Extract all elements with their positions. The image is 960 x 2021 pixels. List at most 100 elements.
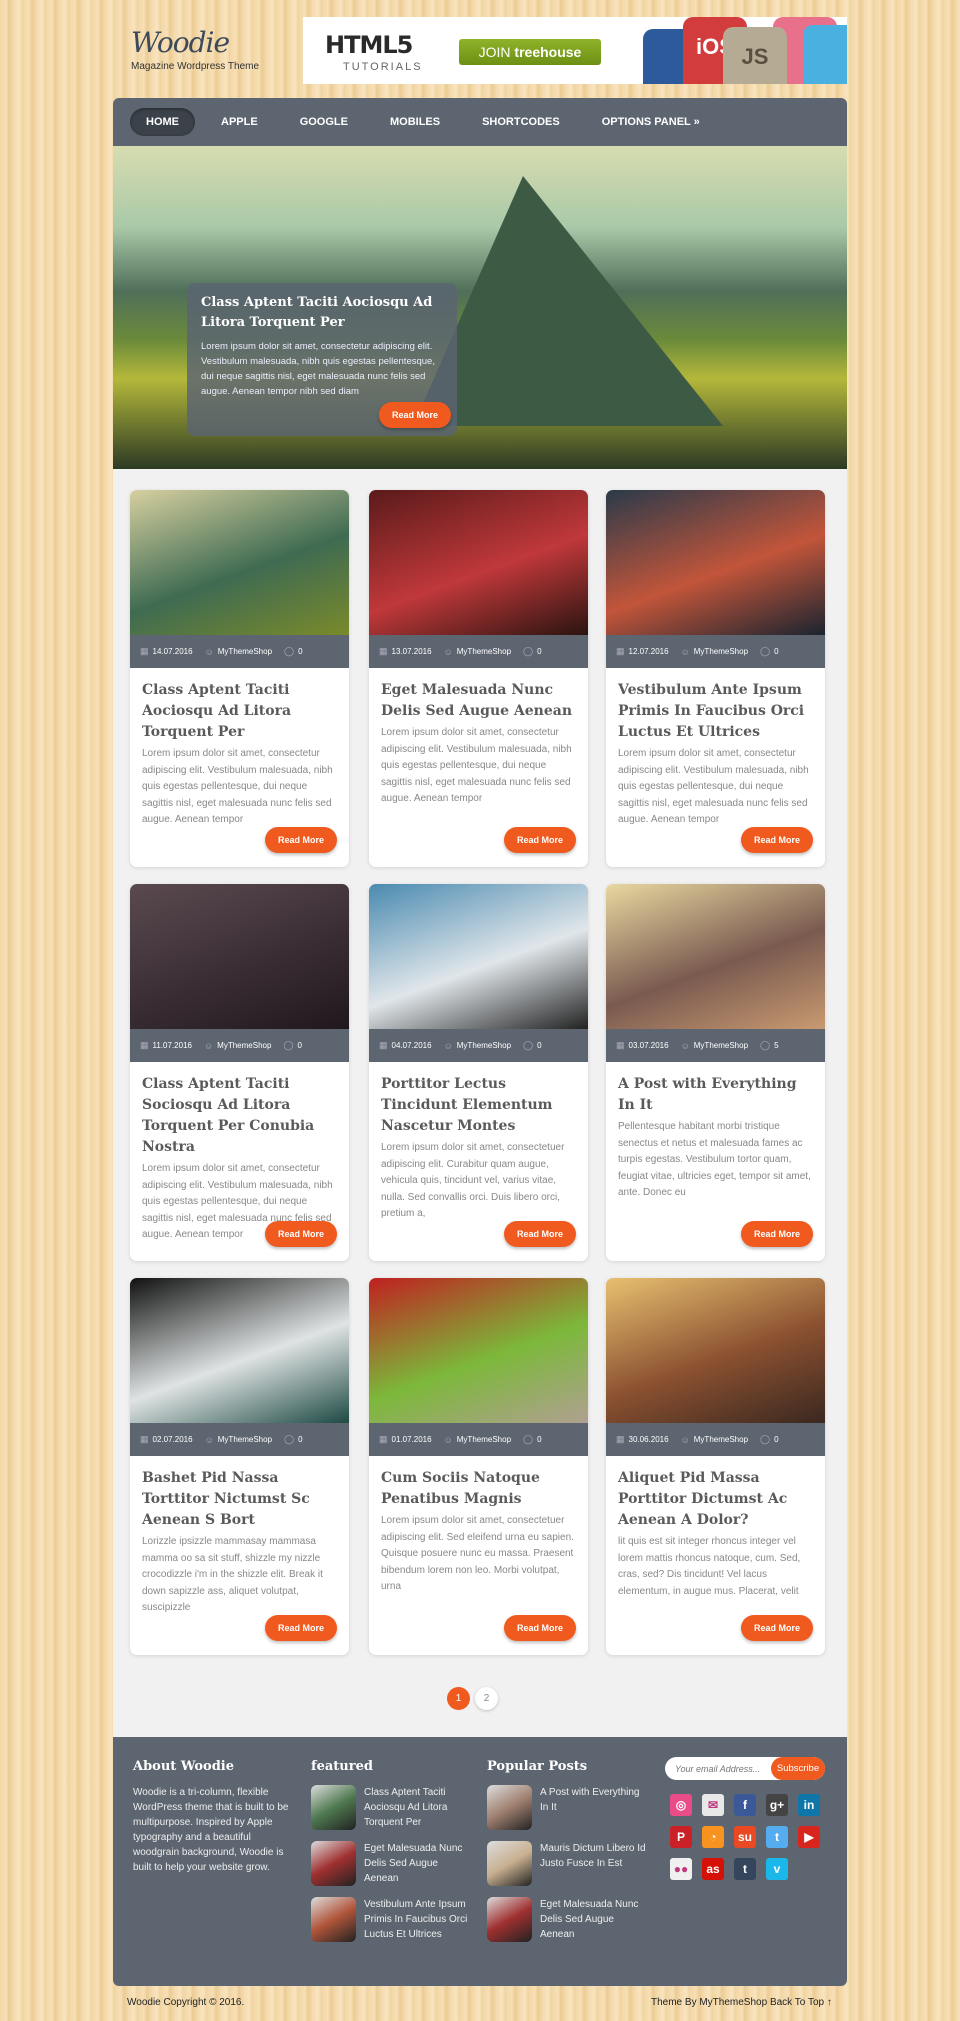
post-title[interactable]: Bashet Pid Nassa Torttitor Nictumst Sc A… (130, 1456, 349, 1531)
flickr-icon[interactable]: ●● (670, 1858, 692, 1880)
featured-thumbnail[interactable] (311, 1785, 356, 1830)
post-title[interactable]: Class Aptent Taciti Aociosqu Ad Litora T… (130, 668, 349, 743)
nav-shortcodes[interactable]: SHORTCODES (466, 108, 576, 136)
post-title[interactable]: Eget Malesuada Nunc Delis Sed Augue Aene… (369, 668, 588, 722)
post-comments[interactable]: 0 (298, 647, 302, 656)
credit-link[interactable]: Theme By MyThemeShop (651, 1997, 767, 2008)
post-author[interactable]: MyThemeShop (457, 1435, 511, 1444)
post-thumbnail[interactable] (130, 1278, 349, 1423)
user-icon: ☺ (680, 1040, 690, 1051)
vimeo-icon[interactable]: v (766, 1858, 788, 1880)
read-more-button[interactable]: Read More (741, 1221, 813, 1247)
read-more-button[interactable]: Read More (265, 827, 337, 853)
facebook-icon[interactable]: f (734, 1794, 756, 1816)
post-thumbnail[interactable] (606, 884, 825, 1029)
popular-title[interactable]: A Post with Everything In It (540, 1785, 647, 1830)
nav-options-panel[interactable]: OPTIONS PANEL » (586, 108, 716, 136)
post-title[interactable]: Vestibulum Ante Ipsum Primis In Faucibus… (606, 668, 825, 743)
nav-home[interactable]: HOME (130, 108, 195, 136)
google-plus-icon[interactable]: g+ (766, 1794, 788, 1816)
pinterest-icon[interactable]: P (670, 1826, 692, 1848)
nav-google[interactable]: GOOGLE (284, 108, 364, 136)
post-title[interactable]: Aliquet Pid Massa Porttitor Dictumst Ac … (606, 1456, 825, 1531)
post-comments[interactable]: 0 (537, 647, 541, 656)
post-thumbnail[interactable] (130, 884, 349, 1029)
hero-slider[interactable]: Class Aptent Taciti Aociosqu Ad Litora T… (113, 146, 847, 469)
post-comments[interactable]: 0 (537, 1435, 541, 1444)
twitter-icon[interactable]: t (766, 1826, 788, 1848)
post-title[interactable]: Porttitor Lectus Tincidunt Elementum Nas… (369, 1062, 588, 1137)
post-thumbnail[interactable] (606, 490, 825, 635)
read-more-button[interactable]: Read More (504, 1221, 576, 1247)
featured-thumbnail[interactable] (311, 1897, 356, 1942)
site-title[interactable]: Woodie (131, 26, 259, 59)
post-author[interactable]: MyThemeShop (457, 647, 511, 656)
email-input[interactable] (665, 1757, 773, 1780)
post-comments[interactable]: 0 (298, 1041, 302, 1050)
post-comments[interactable]: 0 (537, 1041, 541, 1050)
post-card: ▦ 30.06.2016 ☺ MyThemeShop ◯ 0 Aliquet Pid … (606, 1278, 825, 1655)
featured-item[interactable]: Class Aptent Taciti Aociosqu Ad Litora T… (311, 1785, 471, 1830)
read-more-button[interactable]: Read More (265, 1221, 337, 1247)
post-comments[interactable]: 5 (774, 1041, 778, 1050)
dribbble-icon[interactable]: ◎ (670, 1794, 692, 1816)
featured-title[interactable]: Eget Malesuada Nunc Delis Sed Augue Aene… (364, 1841, 471, 1886)
popular-title[interactable]: Mauris Dictum Libero Id Justo Fusce In E… (540, 1841, 647, 1886)
post-author[interactable]: MyThemeShop (694, 1435, 748, 1444)
popular-thumbnail[interactable] (487, 1841, 532, 1886)
banner-join-button[interactable]: JOIN treehouse (459, 39, 601, 65)
post-title[interactable]: A Post with Everything In It (606, 1062, 825, 1116)
youtube-icon[interactable]: ▶ (798, 1826, 820, 1848)
nav-mobiles[interactable]: MOBILES (374, 108, 456, 136)
banner-headline: HTML5 (325, 31, 413, 59)
read-more-button[interactable]: Read More (741, 827, 813, 853)
email-icon[interactable]: ✉ (702, 1794, 724, 1816)
popular-title[interactable]: Eget Malesuada Nunc Delis Sed Augue Aene… (540, 1897, 647, 1942)
ad-banner[interactable]: HTML5 TUTORIALS JOIN treehouse iOS JS (303, 17, 847, 84)
read-more-button[interactable]: Read More (265, 1615, 337, 1641)
nav-apple[interactable]: APPLE (205, 108, 274, 136)
featured-thumbnail[interactable] (311, 1841, 356, 1886)
read-more-button[interactable]: Read More (741, 1615, 813, 1641)
post-comments[interactable]: 0 (774, 1435, 778, 1444)
linkedin-icon[interactable]: in (798, 1794, 820, 1816)
post-thumbnail[interactable] (130, 490, 349, 635)
tumblr-icon[interactable]: t (734, 1858, 756, 1880)
hero-title[interactable]: Class Aptent Taciti Aociosqu Ad Litora T… (201, 293, 443, 333)
post-author[interactable]: MyThemeShop (457, 1041, 511, 1050)
post-author[interactable]: MyThemeShop (218, 1435, 272, 1444)
subscribe-button[interactable]: Subscribe (771, 1757, 825, 1780)
page-1[interactable]: 1 (447, 1687, 470, 1710)
post-comments[interactable]: 0 (298, 1435, 302, 1444)
lastfm-icon[interactable]: as (702, 1858, 724, 1880)
stumbleupon-icon[interactable]: su (734, 1826, 756, 1848)
featured-title[interactable]: Class Aptent Taciti Aociosqu Ad Litora T… (364, 1785, 471, 1830)
site-logo[interactable]: Woodie Magazine Wordpress Theme (131, 26, 259, 72)
popular-item[interactable]: A Post with Everything In It (487, 1785, 647, 1830)
featured-item[interactable]: Vestibulum Ante Ipsum Primis In Faucibus… (311, 1897, 471, 1942)
post-author[interactable]: MyThemeShop (217, 1041, 271, 1050)
back-to-top-link[interactable]: Back To Top ↑ (770, 1997, 832, 2008)
post-title[interactable]: Class Aptent Taciti Sociosqu Ad Litora T… (130, 1062, 349, 1158)
post-thumbnail[interactable] (369, 884, 588, 1029)
popular-thumbnail[interactable] (487, 1785, 532, 1830)
post-comments[interactable]: 0 (774, 647, 778, 656)
page-2[interactable]: 2 (475, 1687, 498, 1710)
popular-thumbnail[interactable] (487, 1897, 532, 1942)
hero-read-more-button[interactable]: Read More (379, 402, 451, 428)
post-author[interactable]: MyThemeShop (694, 1041, 748, 1050)
featured-title[interactable]: Vestibulum Ante Ipsum Primis In Faucibus… (364, 1897, 471, 1942)
featured-item[interactable]: Eget Malesuada Nunc Delis Sed Augue Aene… (311, 1841, 471, 1886)
post-thumbnail[interactable] (369, 1278, 588, 1423)
post-meta: ▦ 11.07.2016 ☺ MyThemeShop ◯ 0 (130, 1029, 349, 1062)
post-title[interactable]: Cum Sociis Natoque Penatibus Magnis (369, 1456, 588, 1510)
read-more-button[interactable]: Read More (504, 827, 576, 853)
post-thumbnail[interactable] (369, 490, 588, 635)
popular-item[interactable]: Mauris Dictum Libero Id Justo Fusce In E… (487, 1841, 647, 1886)
post-author[interactable]: MyThemeShop (694, 647, 748, 656)
read-more-button[interactable]: Read More (504, 1615, 576, 1641)
rss-icon[interactable]: ◔ (702, 1826, 724, 1848)
post-author[interactable]: MyThemeShop (218, 647, 272, 656)
popular-item[interactable]: Eget Malesuada Nunc Delis Sed Augue Aene… (487, 1897, 647, 1942)
post-thumbnail[interactable] (606, 1278, 825, 1423)
